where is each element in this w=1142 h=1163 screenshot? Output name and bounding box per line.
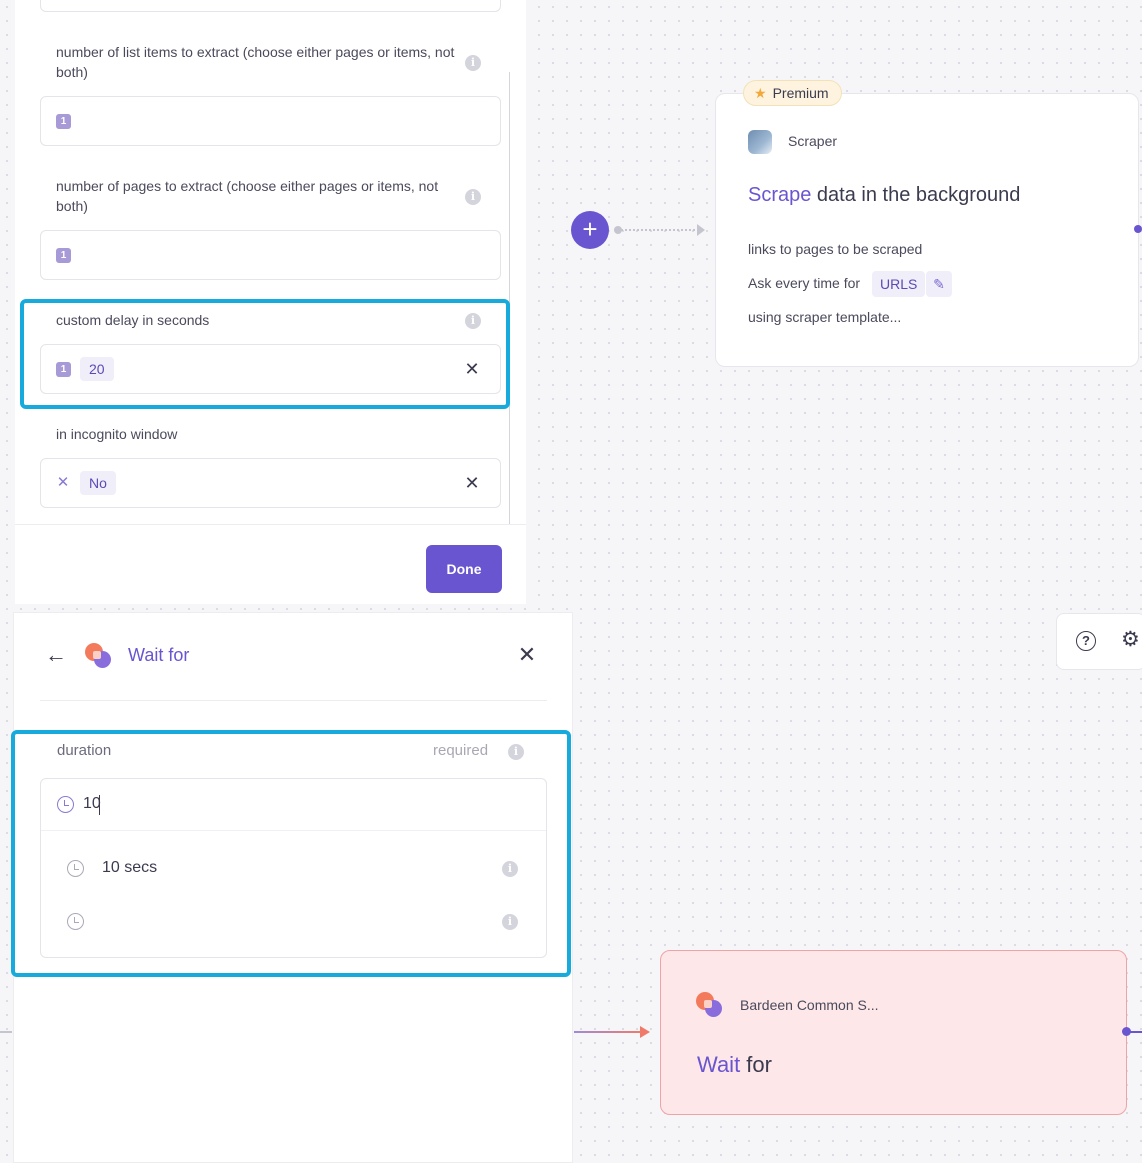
connector-dot — [1122, 1027, 1131, 1036]
field-label-list-items: number of list items to extract (choose … — [56, 44, 455, 80]
panel-divider — [40, 700, 547, 701]
field-label-custom-delay: custom delay in seconds — [56, 312, 210, 328]
incognito-input[interactable]: ✕ No ✕ — [40, 458, 501, 508]
panel-divider — [15, 524, 526, 525]
arrow-left-icon[interactable]: ← — [45, 644, 67, 666]
scraper-links-label: links to pages to be scraped — [748, 241, 923, 257]
connector-line — [574, 1031, 642, 1033]
number-type-icon: 1 — [56, 248, 71, 263]
done-button[interactable]: Done — [426, 545, 502, 593]
connector-line — [614, 229, 702, 231]
number-type-icon: 1 — [56, 362, 71, 377]
wait-for-node[interactable] — [660, 950, 1127, 1115]
bardeen-logo-icon — [85, 643, 111, 669]
node-title: Wait for — [697, 1052, 772, 1078]
close-icon[interactable]: ✕ — [517, 644, 537, 666]
info-icon[interactable]: i — [508, 744, 524, 760]
scraper-action-card[interactable] — [715, 93, 1139, 367]
text-caret — [99, 795, 100, 815]
scraper-template-label: using scraper template... — [748, 309, 902, 325]
info-icon[interactable]: i — [465, 189, 481, 205]
info-icon[interactable]: i — [502, 861, 518, 877]
clock-icon — [67, 913, 84, 930]
premium-label: Premium — [772, 85, 829, 101]
scraper-ask-label: Ask every time for — [748, 275, 861, 291]
title-rest: data in the background — [811, 184, 1021, 206]
close-icon[interactable]: ✕ — [464, 360, 480, 378]
panel-scrollbar[interactable] — [509, 72, 510, 524]
clock-icon — [57, 796, 74, 813]
number-type-icon: 1 — [56, 114, 71, 129]
custom-delay-input[interactable]: 1 20 ✕ — [40, 344, 501, 394]
title-accent: Scrape — [748, 184, 812, 206]
info-icon[interactable]: i — [465, 313, 481, 329]
list-items-input[interactable]: 1 — [40, 96, 501, 146]
help-icon[interactable]: ? — [1076, 631, 1096, 651]
scraper-config-panel: number of list items to extract (choose … — [15, 0, 526, 604]
node-title-rest: for — [740, 1052, 772, 1077]
premium-badge: ★ Premium — [743, 80, 842, 106]
incognito-value-chip[interactable]: No — [80, 471, 116, 495]
node-title-accent: Wait — [697, 1052, 741, 1077]
info-icon[interactable]: i — [465, 55, 481, 71]
bardeen-logo-icon — [696, 992, 722, 1018]
boolean-false-icon: ✕ — [56, 474, 70, 491]
field-label-incognito: in incognito window — [56, 426, 178, 442]
star-icon: ★ — [754, 85, 767, 101]
scraper-app-icon — [748, 130, 772, 154]
scraper-card-title: Scrape data in the background — [748, 184, 1020, 207]
info-icon[interactable]: i — [502, 914, 518, 930]
pages-input[interactable]: 1 — [40, 230, 501, 280]
field-label-pages: number of pages to extract (choose eithe… — [56, 178, 439, 214]
duration-option[interactable] — [41, 896, 546, 948]
duration-label: duration — [57, 742, 112, 759]
add-step-button[interactable]: + — [571, 211, 609, 249]
duration-option-label[interactable]: 10 secs — [102, 859, 157, 877]
previous-field-box[interactable] — [40, 0, 501, 12]
required-label: required — [433, 742, 489, 759]
scraper-app-name: Scraper — [788, 133, 838, 149]
node-app-name: Bardeen Common S... — [740, 997, 879, 1013]
connector-line — [0, 1031, 12, 1033]
delay-value-chip[interactable]: 20 — [80, 357, 114, 381]
urls-chip[interactable]: URLS — [872, 271, 926, 297]
connector-arrow — [697, 224, 705, 236]
panel-title: Wait for — [128, 645, 190, 665]
close-icon[interactable]: ✕ — [464, 474, 480, 492]
connector-dot — [1134, 225, 1142, 233]
duration-input[interactable] — [41, 779, 546, 831]
connector-arrow — [640, 1026, 650, 1038]
clock-icon — [67, 860, 84, 877]
pencil-icon[interactable]: ✎ — [926, 271, 952, 297]
gear-icon[interactable]: ⚙ — [1121, 629, 1140, 651]
